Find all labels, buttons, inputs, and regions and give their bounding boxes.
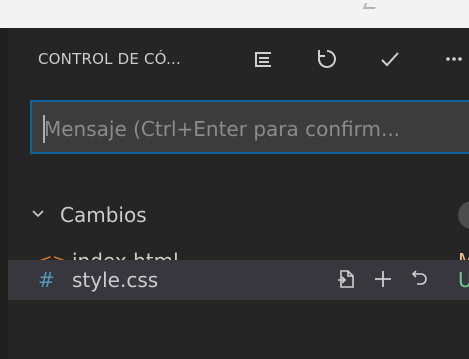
ellipsis-icon (446, 57, 462, 61)
file-row-actions (334, 265, 432, 293)
cursor-mark (362, 3, 378, 9)
css-file-icon: # (38, 268, 55, 292)
untracked-status: U (458, 268, 469, 292)
panel-edge (0, 28, 8, 359)
text-caret (43, 115, 45, 143)
refresh-button[interactable] (310, 42, 344, 76)
window-top-strip (0, 0, 469, 28)
commit-message-input[interactable] (42, 112, 469, 146)
open-file-icon (338, 270, 354, 288)
file-row-style-css[interactable]: # style.css U (8, 260, 469, 300)
discard-icon (411, 270, 427, 285)
more-actions-button[interactable] (437, 42, 469, 76)
changes-group-header[interactable]: Cambios 2 (8, 196, 469, 234)
discard-changes-button[interactable] (406, 265, 432, 293)
commit-button[interactable] (373, 42, 407, 76)
open-file-button[interactable] (334, 265, 360, 293)
plus-icon (375, 271, 391, 287)
file-name: style.css (72, 268, 159, 292)
panel-title: CONTROL DE CÓ... (38, 50, 181, 68)
changes-count-badge: 2 (458, 201, 469, 229)
stage-changes-button[interactable] (370, 265, 396, 293)
chevron-down-icon (32, 210, 44, 218)
commit-message-box[interactable] (30, 100, 469, 154)
source-control-panel (0, 28, 469, 359)
view-as-tree-button[interactable] (246, 42, 280, 76)
panel-header: CONTROL DE CÓ... (38, 44, 181, 74)
refresh-icon (318, 50, 336, 68)
changes-group-label: Cambios (60, 203, 147, 227)
list-tree-icon (255, 52, 271, 67)
check-icon (381, 52, 399, 67)
